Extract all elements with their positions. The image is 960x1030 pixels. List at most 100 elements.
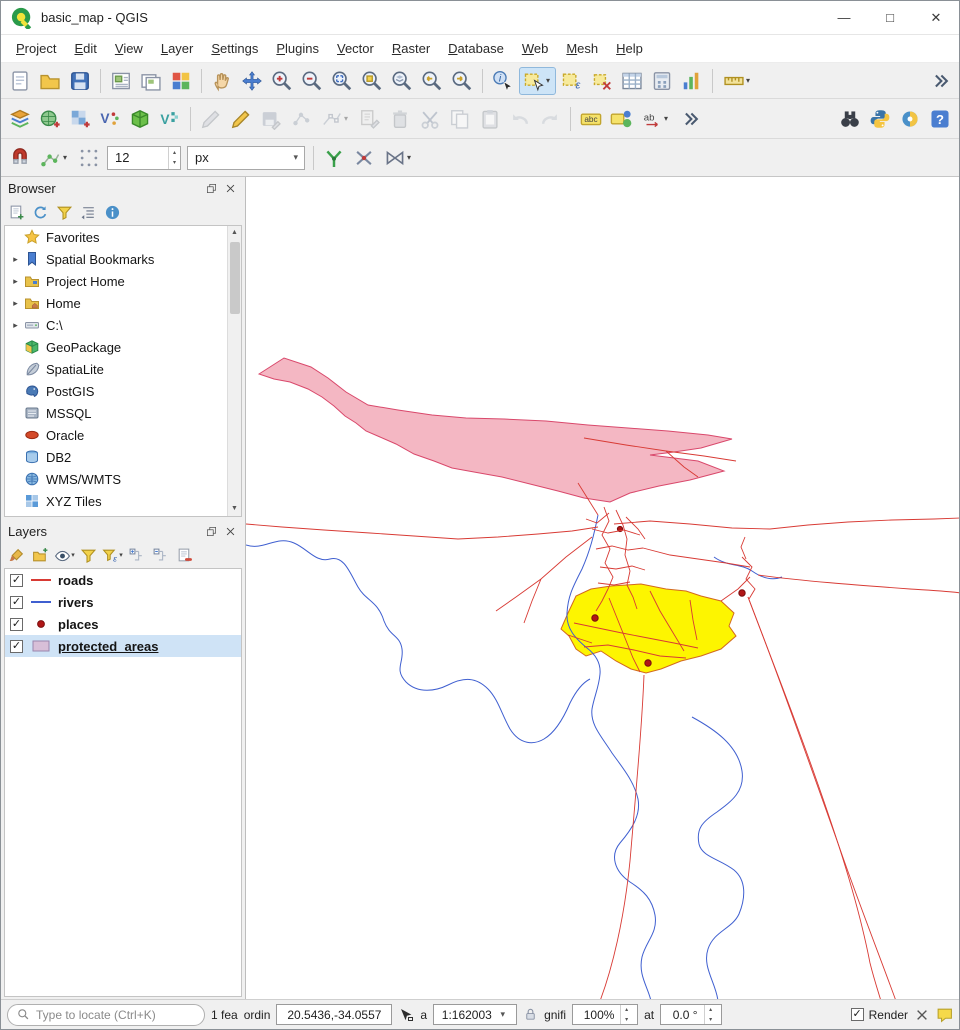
add-vector-layer-icon[interactable] [36, 105, 64, 133]
layer-row-roads[interactable]: ✓roads [5, 569, 241, 591]
enable-snapping-icon[interactable] [6, 144, 34, 172]
zoom-in-icon[interactable] [268, 67, 296, 95]
help-icon[interactable]: ? [926, 105, 954, 133]
remove-layer-icon[interactable] [174, 545, 195, 566]
browser-item-project-home[interactable]: ▸Project Home [5, 270, 241, 292]
redo-icon[interactable] [536, 105, 564, 133]
show-layout-manager-icon[interactable] [137, 67, 165, 95]
layer-labeling-options-icon[interactable] [607, 105, 635, 133]
plugin-manager-icon[interactable] [896, 105, 924, 133]
pan-to-selection-icon[interactable] [238, 67, 266, 95]
current-edits-icon[interactable] [197, 105, 225, 133]
browser-properties-icon[interactable] [102, 202, 123, 223]
snapping-type-icon[interactable] [75, 144, 103, 172]
menu-layer[interactable]: Layer [152, 37, 203, 60]
browser-item-spatial-bookmarks[interactable]: ▸Spatial Bookmarks [5, 248, 241, 270]
select-by-expression-icon[interactable]: ε [558, 67, 586, 95]
undo-icon[interactable] [506, 105, 534, 133]
filter-expression-icon[interactable]: ε▾ [102, 545, 123, 566]
stop-rendering-icon[interactable] [915, 1008, 929, 1022]
cut-features-icon[interactable] [416, 105, 444, 133]
layers-close-icon[interactable] [223, 524, 238, 539]
snapping-intersection-icon[interactable] [350, 144, 378, 172]
browser-item-wms-wmts[interactable]: WMS/WMTS [5, 468, 241, 490]
coordinate-input[interactable]: 20.5436,-34.0557 [276, 1004, 392, 1025]
snapping-tolerance-spinbox[interactable]: 12▴▾ [107, 146, 181, 170]
locate-search[interactable] [7, 1004, 205, 1026]
layer-row-protected-areas[interactable]: ✓protected_areas [5, 635, 241, 657]
layer-visibility-checkbox[interactable]: ✓ [10, 574, 23, 587]
filter-legend-icon[interactable] [78, 545, 99, 566]
layer-visibility-checkbox[interactable]: ✓ [10, 640, 23, 653]
open-attribute-table-icon[interactable] [618, 67, 646, 95]
expand-arrow-icon[interactable]: ▸ [9, 298, 22, 309]
browser-filter-icon[interactable] [54, 202, 75, 223]
zoom-out-icon[interactable] [298, 67, 326, 95]
browser-float-icon[interactable] [204, 181, 219, 196]
browser-item-db2[interactable]: DB2 [5, 446, 241, 468]
field-calculator-icon[interactable] [648, 67, 676, 95]
browser-item-xyz-tiles[interactable]: XYZ Tiles [5, 490, 241, 512]
statistical-summary-icon[interactable] [678, 67, 706, 95]
topological-editing-icon[interactable] [320, 144, 348, 172]
copy-features-icon[interactable] [446, 105, 474, 133]
browser-refresh-icon[interactable] [30, 202, 51, 223]
zoom-last-icon[interactable] [418, 67, 446, 95]
browser-item-oracle[interactable]: Oracle [5, 424, 241, 446]
select-features-button[interactable]: ▾ [519, 67, 556, 95]
layer-labeling-icon[interactable]: abc [577, 105, 605, 133]
map-canvas[interactable] [245, 177, 959, 999]
menu-mesh[interactable]: Mesh [557, 37, 607, 60]
layer-row-places[interactable]: ✓places [5, 613, 241, 635]
menu-view[interactable]: View [106, 37, 152, 60]
maximize-button[interactable]: □ [867, 1, 913, 34]
toolbar-overflow-icon[interactable] [926, 67, 954, 95]
menu-plugins[interactable]: Plugins [267, 37, 328, 60]
data-source-manager-icon[interactable] [6, 105, 34, 133]
close-button[interactable]: ✕ [913, 1, 959, 34]
layer-row-rivers[interactable]: ✓rivers [5, 591, 241, 613]
menu-raster[interactable]: Raster [383, 37, 439, 60]
magnifier-spinbox[interactable]: 100% ▴▾ [572, 1004, 638, 1025]
save-layer-edits-icon[interactable] [257, 105, 285, 133]
add-group-icon[interactable] [30, 545, 51, 566]
menu-vector[interactable]: Vector [328, 37, 383, 60]
browser-item-c[interactable]: ▸C:\ [5, 314, 241, 336]
browser-collapse-all-icon[interactable] [78, 202, 99, 223]
rotation-spinbox[interactable]: 0.0 ° ▴▾ [660, 1004, 722, 1025]
browser-close-icon[interactable] [223, 181, 238, 196]
expand-arrow-icon[interactable]: ▸ [9, 276, 22, 287]
magnifier-spin-arrows[interactable]: ▴▾ [620, 1005, 632, 1024]
toolbar-overflow-icon[interactable] [676, 105, 704, 133]
expand-arrow-icon[interactable]: ▸ [9, 254, 22, 265]
tracing-icon[interactable]: ▾ [380, 144, 417, 172]
measure-icon[interactable]: ▾ [719, 67, 756, 95]
browser-item-home[interactable]: ▸Home [5, 292, 241, 314]
layer-visibility-checkbox[interactable]: ✓ [10, 596, 23, 609]
add-raster-layer-icon[interactable] [66, 105, 94, 133]
identify-features-icon[interactable]: i [489, 67, 517, 95]
menu-web[interactable]: Web [513, 37, 558, 60]
vertex-tool-icon[interactable]: ▾ [317, 105, 354, 133]
zoom-to-layer-icon[interactable] [388, 67, 416, 95]
modify-attributes-icon[interactable] [356, 105, 384, 133]
scroll-down-icon[interactable]: ▼ [231, 502, 238, 516]
search-plugin-icon[interactable] [836, 105, 864, 133]
zoom-to-selection-icon[interactable] [358, 67, 386, 95]
deselect-features-icon[interactable] [588, 67, 616, 95]
toggle-editing-icon[interactable] [227, 105, 255, 133]
collapse-all-icon[interactable] [150, 545, 171, 566]
browser-item-spatialite[interactable]: SpatiaLite [5, 358, 241, 380]
menu-settings[interactable]: Settings [202, 37, 267, 60]
pan-map-icon[interactable] [208, 67, 236, 95]
menu-database[interactable]: Database [439, 37, 513, 60]
scale-dropdown-icon[interactable]: ▾ [495, 1009, 512, 1020]
snapping-units-combo[interactable]: px▾ [187, 146, 305, 170]
scroll-up-icon[interactable]: ▲ [231, 226, 238, 240]
minimize-button[interactable]: — [821, 1, 867, 34]
rotation-spin-arrows[interactable]: ▴▾ [704, 1005, 716, 1024]
browser-item-geopackage[interactable]: GeoPackage [5, 336, 241, 358]
menu-project[interactable]: Project [7, 37, 65, 60]
lock-scale-icon[interactable] [523, 1007, 538, 1022]
scroll-thumb[interactable] [230, 242, 240, 314]
